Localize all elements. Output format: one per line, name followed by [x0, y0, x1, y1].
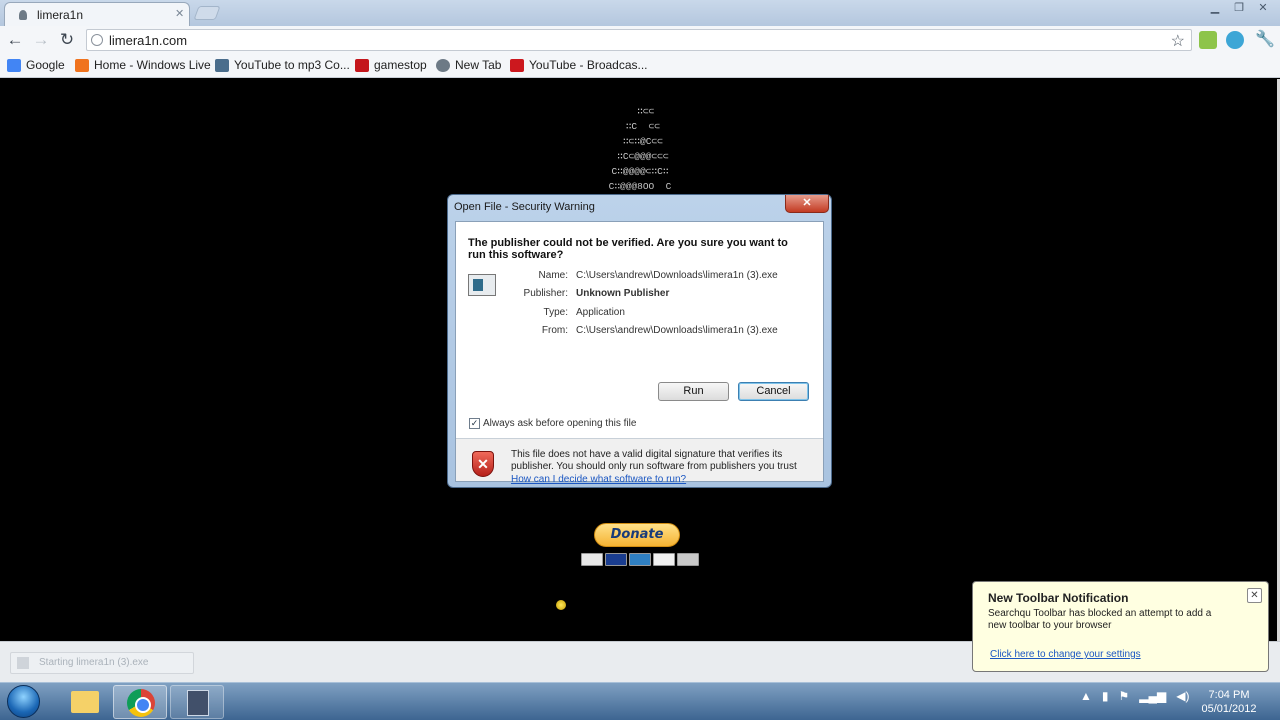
bookmark-google[interactable]: Google [7, 58, 65, 72]
address-text[interactable]: limera1n.com [109, 33, 187, 48]
tab-title: limera1n [37, 8, 84, 22]
windows-taskbar: ▲ ▮ ⚑ ▂▄▆ ◀) 7:04 PM 05/01/2012 [0, 682, 1280, 720]
action-center-flag-icon[interactable]: ⚑ [1119, 689, 1130, 703]
wrench-menu-icon[interactable]: 🔧 [1255, 29, 1275, 49]
tab-close-icon[interactable]: ✕ [175, 7, 184, 20]
google-icon [7, 58, 21, 72]
discover-icon [653, 553, 675, 566]
browser-toolbar: ← → ↻ limera1n.com ☆ 🔧 [0, 26, 1280, 54]
reload-button[interactable]: ↻ [56, 29, 78, 51]
warning-area: ✕ This file does not have a valid digita… [456, 439, 823, 485]
new-tab-icon [436, 58, 450, 72]
bookmark-label: YouTube - Broadcas... [529, 58, 648, 72]
taskbar-clock[interactable]: 7:04 PM 05/01/2012 [1194, 688, 1264, 716]
bookmark-label: YouTube to mp3 Co... [234, 58, 350, 72]
change-settings-link[interactable]: Click here to change your settings [990, 649, 1141, 660]
youtube-icon [510, 58, 524, 72]
bookmarks-bar: Google Home - Windows Live YouTube to mp… [0, 54, 1280, 78]
bookmark-label: Home - Windows Live [94, 58, 211, 72]
bookmark-gamestop[interactable]: gamestop [355, 58, 427, 72]
help-link[interactable]: How can I decide what software to run? [511, 474, 686, 485]
mastercard-icon [581, 553, 603, 566]
mouse-cursor-icon [556, 600, 566, 610]
type-value: Application [576, 307, 625, 318]
maximize-button[interactable]: ❐ [1228, 0, 1250, 16]
gamestop-icon [355, 58, 369, 72]
always-ask-checkbox[interactable]: ✓ [469, 418, 480, 429]
dialog-title: Open File - Security Warning [454, 201, 595, 213]
toolbar-notification: New Toolbar Notification ✕ Searchqu Tool… [972, 581, 1269, 672]
notification-title: New Toolbar Notification [988, 591, 1129, 605]
from-label: From: [541, 325, 568, 336]
show-hidden-icons-icon[interactable]: ▲ [1080, 689, 1092, 703]
start-button[interactable] [7, 685, 40, 718]
shield-warning-icon: ✕ [472, 451, 494, 477]
page-favicon-icon [19, 10, 27, 20]
download-item[interactable]: Starting limera1n (3).exe [10, 652, 194, 674]
close-window-button[interactable]: ✕ [1252, 0, 1274, 16]
bookmark-star-icon[interactable]: ☆ [1171, 31, 1185, 51]
download-item-text: Starting limera1n (3).exe [39, 657, 149, 668]
always-ask-label[interactable]: Always ask before opening this file [483, 418, 636, 429]
payment-cards [581, 553, 699, 566]
search-extension-icon[interactable] [1226, 31, 1244, 49]
clock-date: 05/01/2012 [1201, 703, 1257, 715]
minimize-button[interactable]: ▁ [1204, 0, 1226, 16]
evernote-extension-icon[interactable] [1199, 31, 1217, 49]
notification-body: Searchqu Toolbar has blocked an attempt … [988, 608, 1212, 631]
converter-icon [215, 58, 229, 72]
new-tab-button[interactable] [193, 6, 221, 20]
app-window-icon [187, 690, 209, 716]
name-label: Name: [538, 270, 568, 281]
bookmark-windows-live[interactable]: Home - Windows Live [75, 58, 211, 72]
bookmark-label: gamestop [374, 58, 427, 72]
dialog-body: The publisher could not be verified. Are… [455, 221, 824, 485]
forward-button[interactable]: → [30, 29, 52, 51]
bookmark-youtube-mp3[interactable]: YouTube to mp3 Co... [215, 58, 350, 72]
type-label: Type: [543, 307, 568, 318]
window-controls: ▁ ❐ ✕ [1204, 0, 1274, 16]
dialog-close-button[interactable]: ✕ [785, 195, 829, 213]
from-value: C:\Users\andrew\Downloads\limera1n (3).e… [576, 325, 778, 336]
windows-live-icon [75, 58, 89, 72]
visa-icon [605, 553, 627, 566]
back-button[interactable]: ← [4, 29, 26, 51]
address-bar[interactable]: limera1n.com ☆ [86, 29, 1192, 51]
clock-time: 7:04 PM [1208, 689, 1250, 701]
amex-icon [629, 553, 651, 566]
dialog-question: The publisher could not be verified. Are… [468, 237, 788, 261]
publisher-label: Publisher: [523, 288, 568, 299]
bookmark-label: Google [26, 58, 65, 72]
name-value: C:\Users\andrew\Downloads\limera1n (3).e… [576, 270, 778, 281]
chrome-icon [127, 689, 155, 717]
device-icon[interactable]: ▮ [1102, 689, 1109, 703]
taskbar-chrome[interactable] [113, 685, 167, 719]
network-icon[interactable]: ▂▄▆ [1139, 689, 1166, 703]
notification-close-button[interactable]: ✕ [1247, 588, 1262, 603]
taskbar-explorer[interactable] [58, 685, 112, 719]
donate-button[interactable]: Donate [594, 523, 680, 547]
page-info-icon[interactable] [91, 34, 103, 46]
browser-titlebar: limera1n ✕ ▁ ❐ ✕ [0, 0, 1280, 26]
bookmark-label: New Tab [455, 58, 502, 72]
tab-limera1n[interactable]: limera1n ✕ [4, 2, 190, 26]
publisher-value: Unknown Publisher [576, 288, 670, 299]
download-file-icon [17, 657, 29, 669]
ascii-art-logo: ∷⊂⊂ ∷C ⊂⊂ ∷⊂∷@C⊂⊂ ∷C⊂@@@⊂⊂⊂ C∷@@@@⊂∷C∷ C… [608, 106, 672, 192]
bookmark-youtube-broadcast[interactable]: YouTube - Broadcas... [510, 58, 648, 72]
bookmark-new-tab[interactable]: New Tab [436, 58, 501, 72]
volume-icon[interactable]: ◀) [1176, 689, 1189, 703]
bank-icon [677, 553, 699, 566]
cancel-button[interactable]: Cancel [738, 382, 809, 401]
taskbar-app[interactable] [170, 685, 224, 719]
system-tray: ▲ ▮ ⚑ ▂▄▆ ◀) [1080, 689, 1189, 703]
warning-text: This file does not have a valid digital … [511, 449, 797, 472]
security-warning-dialog: Open File - Security Warning ✕ The publi… [447, 194, 832, 488]
run-button[interactable]: Run [658, 382, 729, 401]
folder-icon [71, 691, 99, 713]
